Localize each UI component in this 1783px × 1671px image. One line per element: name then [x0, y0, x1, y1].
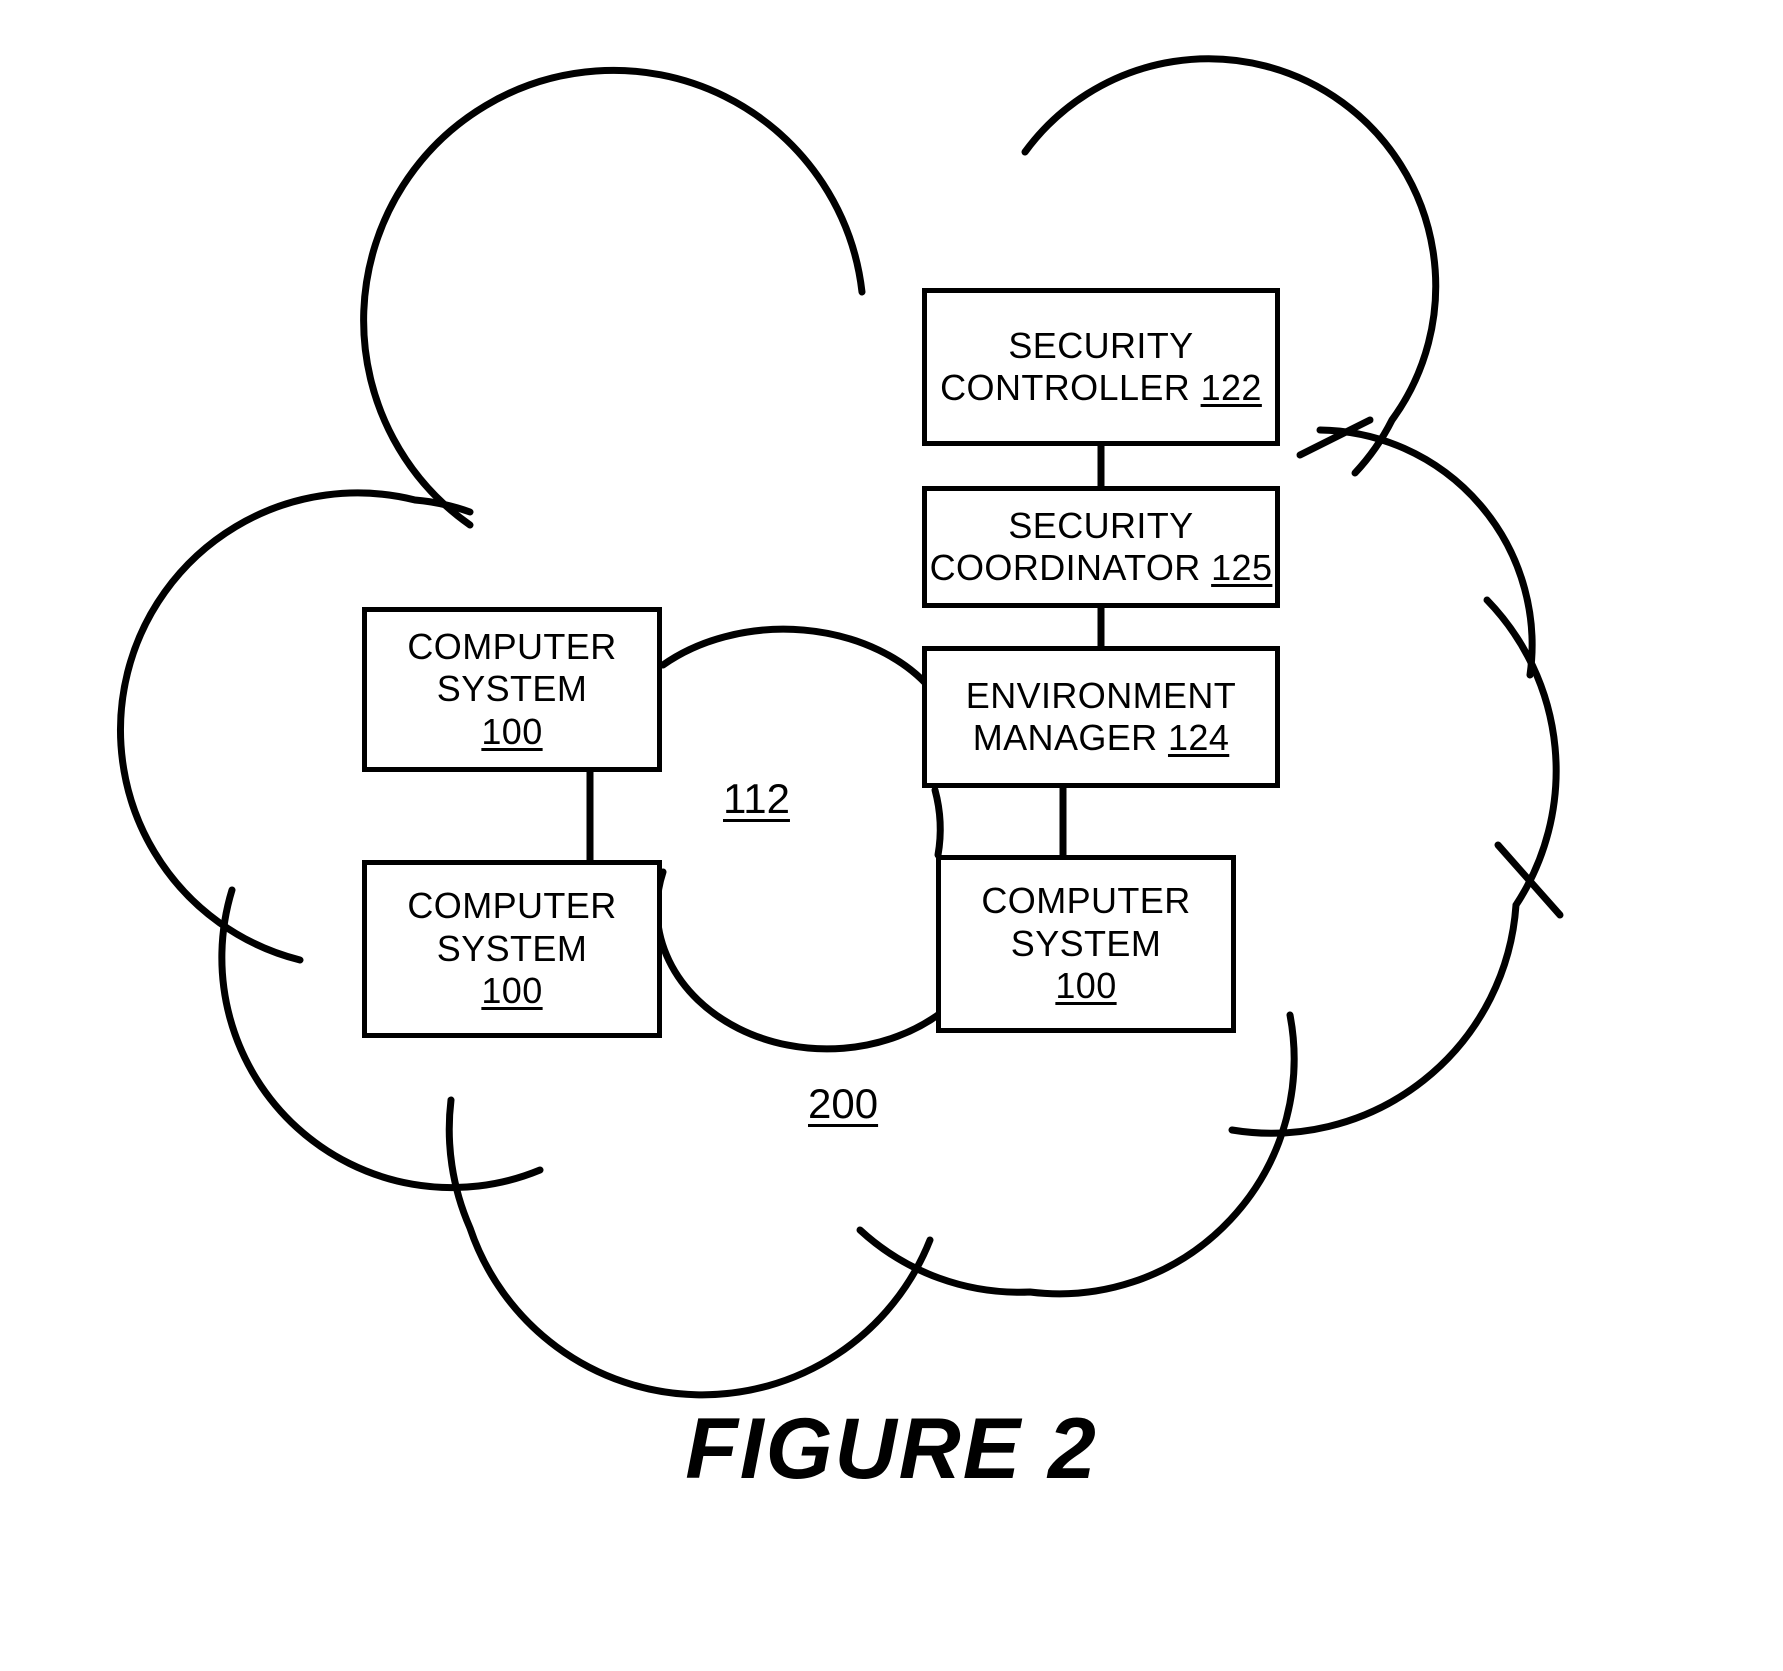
inner-cloud-arc-right: [931, 786, 944, 859]
computer-system-1-ref: 100: [481, 710, 543, 752]
computer-system-box-3[interactable]: COMPUTER SYSTEM 100: [936, 855, 1236, 1033]
computer-system-box-2[interactable]: COMPUTER SYSTEM 100: [362, 860, 662, 1038]
environment-manager-label-line1: ENVIRONMENT: [965, 674, 1237, 716]
security-controller-label-text: CONTROLLER: [940, 367, 1191, 408]
computer-system-3-label-line1: COMPUTER: [981, 880, 1191, 922]
computer-system-1-label-line1: COMPUTER: [407, 625, 617, 667]
inner-cloud-arc-bottom-left: [653, 868, 946, 1053]
security-coordinator-ref: 125: [1211, 547, 1273, 588]
security-coordinator-label-line1: SECURITY: [1008, 504, 1194, 546]
cloud-arc-right-lower: [1228, 596, 1560, 1137]
environment-manager-ref: 124: [1167, 717, 1230, 758]
patent-figure-2: SECURITY CONTROLLER 122 SECURITY COORDIN…: [0, 0, 1783, 1671]
computer-system-3-label-line2: SYSTEM: [1010, 922, 1162, 964]
cloud-arc-top-left: [360, 66, 866, 529]
computer-system-2-label-line2: SYSTEM: [436, 927, 588, 969]
figure-caption: FIGURE 2: [685, 1401, 1098, 1497]
security-coordinator-label-text: COORDINATOR: [929, 547, 1201, 588]
security-coordinator-box[interactable]: SECURITY COORDINATOR 125: [922, 486, 1280, 608]
environment-manager-label-text: MANAGER: [972, 717, 1158, 758]
inner-network-cloud-outline: [653, 625, 946, 1053]
cloud-arc-bottom-left: [445, 1096, 934, 1399]
environment-manager-label-line2: MANAGER 124: [973, 717, 1230, 759]
computer-system-1-label-line2: SYSTEM: [436, 668, 588, 710]
computer-system-2-label-line1: COMPUTER: [407, 885, 617, 927]
environment-manager-box[interactable]: ENVIRONMENT MANAGER 124: [922, 646, 1280, 788]
security-controller-label-line1: SECURITY: [1008, 324, 1194, 366]
cloud-arc-right-upper: [1316, 426, 1536, 679]
outer-cloud-outline: [116, 55, 1564, 1399]
computer-system-2-ref: 100: [481, 970, 543, 1012]
security-controller-label-line2: CONTROLLER 122: [940, 367, 1262, 409]
security-controller-box[interactable]: SECURITY CONTROLLER 122: [922, 288, 1280, 446]
system-reference-200: 200: [808, 1080, 879, 1127]
cloud-cusp-right: [1494, 841, 1564, 919]
inner-cloud-arc-top: [659, 625, 934, 692]
security-controller-ref: 122: [1200, 367, 1262, 408]
security-coordinator-label-line2: COORDINATOR 125: [930, 547, 1273, 589]
computer-system-3-ref: 100: [1055, 965, 1117, 1007]
computer-system-box-1[interactable]: COMPUTER SYSTEM 100: [362, 607, 662, 772]
network-reference-112: 112: [723, 775, 790, 822]
